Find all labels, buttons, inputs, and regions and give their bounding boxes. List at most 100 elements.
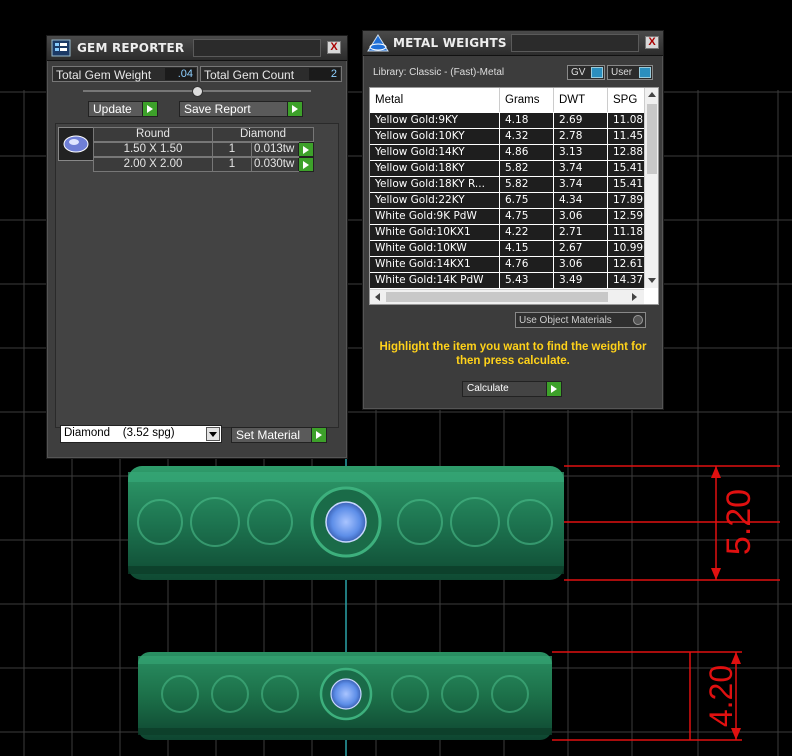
gem-count: 1 [212,142,252,157]
gem-reporter-titlebar[interactable]: GEM REPORTER X [47,36,347,61]
metal-dwt: 2.71 [554,225,607,240]
gem-reporter-close-button[interactable]: X [327,41,341,54]
horizontal-scrollbar[interactable] [370,289,644,304]
metal-dwt: 3.06 [554,209,607,224]
metal-dwt: 2.67 [554,241,607,256]
gem-top [325,501,367,543]
metal-row[interactable]: Yellow Gold:10KY 4.32 2.78 11.45 [370,129,650,145]
save-report-button-label: Save Report [184,102,251,116]
user-toggle-label: User [611,67,633,78]
gem-row-action-button[interactable] [298,157,314,172]
metal-spg: 11.18 [608,225,644,240]
dimension-label-top: 5.20 [720,489,758,555]
metal-weights-title: METAL WEIGHTS [393,36,507,50]
use-object-materials-label: Use Object Materials [519,315,612,326]
metal-dwt: 2.78 [554,129,607,144]
metal-spg: 11.45 [608,129,644,144]
metal-name: White Gold:14KX1 [370,257,499,272]
metal-spg: 17.89 [608,193,644,208]
use-object-materials-toggle[interactable]: Use Object Materials [515,312,646,328]
ring-model-bottom [138,652,552,740]
metal-dwt: 3.74 [554,177,607,192]
metal-grams: 4.76 [500,257,553,272]
calculate-button[interactable]: Calculate [462,381,562,397]
metal-row[interactable]: Yellow Gold:18KY 5.82 3.74 15.41 [370,161,650,177]
column-header-dwt[interactable]: DWT [554,88,608,112]
metal-spg: 10.99 [608,241,644,256]
metal-row[interactable]: Yellow Gold:18KY R... 5.82 3.74 15.41 [370,177,650,193]
metal-name: Yellow Gold:18KY [370,161,499,176]
total-gem-weight-value: .04 [165,68,196,80]
calculate-button-label: Calculate [467,383,509,394]
metal-row[interactable]: White Gold:10KW 4.15 2.67 10.99 [370,241,650,257]
metal-spg: 15.41 [608,161,644,176]
user-toggle[interactable]: User [607,65,653,80]
metal-name: Yellow Gold:18KY R... [370,177,499,192]
gem-count: 1 [212,157,252,172]
slider-handle[interactable] [192,86,203,97]
metal-grams: 4.86 [500,145,553,160]
save-report-button[interactable]: Save Report [179,101,303,117]
update-button[interactable]: Update [88,101,158,117]
metal-row[interactable]: White Gold:14KX1 4.76 3.06 12.61 [370,257,650,273]
vertical-scroll-thumb[interactable] [647,104,657,174]
metal-grams: 5.82 [500,161,553,176]
metal-dwt: 3.13 [554,145,607,160]
toggle-indicator-icon [639,67,651,78]
scroll-left-icon[interactable] [372,290,384,304]
titlebar-strip [511,34,639,52]
gem-weight: 0.013tw [251,142,299,157]
metal-spg: 12.88 [608,145,644,160]
round-gem-icon [63,135,89,153]
radio-icon [633,315,643,325]
metal-row[interactable]: White Gold:9K PdW 4.75 3.06 12.59 [370,209,650,225]
gem-shape-thumbnail[interactable] [58,127,94,161]
metal-weights-icon [367,34,389,52]
metal-grams: 4.75 [500,209,553,224]
gem-size: 1.50 X 1.50 [93,142,213,157]
gem-size: 2.00 X 2.00 [93,157,213,172]
scroll-down-icon[interactable] [645,274,659,286]
metal-row[interactable]: Yellow Gold:14KY 4.86 3.13 12.88 [370,145,650,161]
scroll-right-icon[interactable] [628,290,640,304]
gem-reporter-panel: GEM REPORTER X Total Gem Weight .04 Tota… [46,35,348,459]
metal-grams: 4.22 [500,225,553,240]
play-arrow-icon [298,143,313,156]
chevron-down-icon[interactable] [206,427,220,441]
metal-row[interactable]: White Gold:14K PdW 5.43 3.49 14.37 [370,273,650,289]
play-arrow-icon [546,382,561,396]
total-gem-count-label: Total Gem Count [204,68,295,82]
metal-name: Yellow Gold:10KY [370,129,499,144]
horizontal-scroll-thumb[interactable] [386,292,608,302]
total-gem-count-value: 2 [309,68,340,80]
total-gem-count-field: Total Gem Count 2 [200,66,342,82]
column-header-grams[interactable]: Grams [500,88,554,112]
titlebar-strip [193,39,321,57]
material-select[interactable]: Diamond (3.52 spg) [60,425,222,443]
metal-grams: 4.15 [500,241,553,256]
metal-grams: 4.32 [500,129,553,144]
metal-name: White Gold:10KX1 [370,225,499,240]
gem-weight: 0.030tw [251,157,299,172]
scroll-up-icon[interactable] [645,89,659,101]
metal-row[interactable]: Yellow Gold:9KY 4.18 2.69 11.08 [370,113,650,129]
gem-row-action-button[interactable] [298,142,314,157]
vertical-scrollbar[interactable] [644,88,659,288]
metal-dwt: 2.69 [554,113,607,128]
metal-grams: 5.43 [500,273,553,288]
gv-toggle[interactable]: GV [567,65,605,80]
total-gem-weight-field: Total Gem Weight .04 [52,66,198,82]
metal-weights-titlebar[interactable]: METAL WEIGHTS X [363,31,663,56]
play-arrow-icon [287,102,302,116]
material-select-value: Diamond (3.52 spg) [64,427,175,439]
set-material-button[interactable]: Set Material [231,427,327,443]
dimension-label-bottom: 4.20 [703,665,739,727]
library-label: Library: Classic - (Fast)-Metal [373,67,505,78]
metal-dwt: 4.34 [554,193,607,208]
metal-weights-close-button[interactable]: X [645,36,659,49]
column-header-metal[interactable]: Metal [370,88,500,112]
metal-name: White Gold:14K PdW [370,273,499,288]
metal-grams: 6.75 [500,193,553,208]
metal-row[interactable]: Yellow Gold:22KY 6.75 4.34 17.89 [370,193,650,209]
metal-row[interactable]: White Gold:10KX1 4.22 2.71 11.18 [370,225,650,241]
